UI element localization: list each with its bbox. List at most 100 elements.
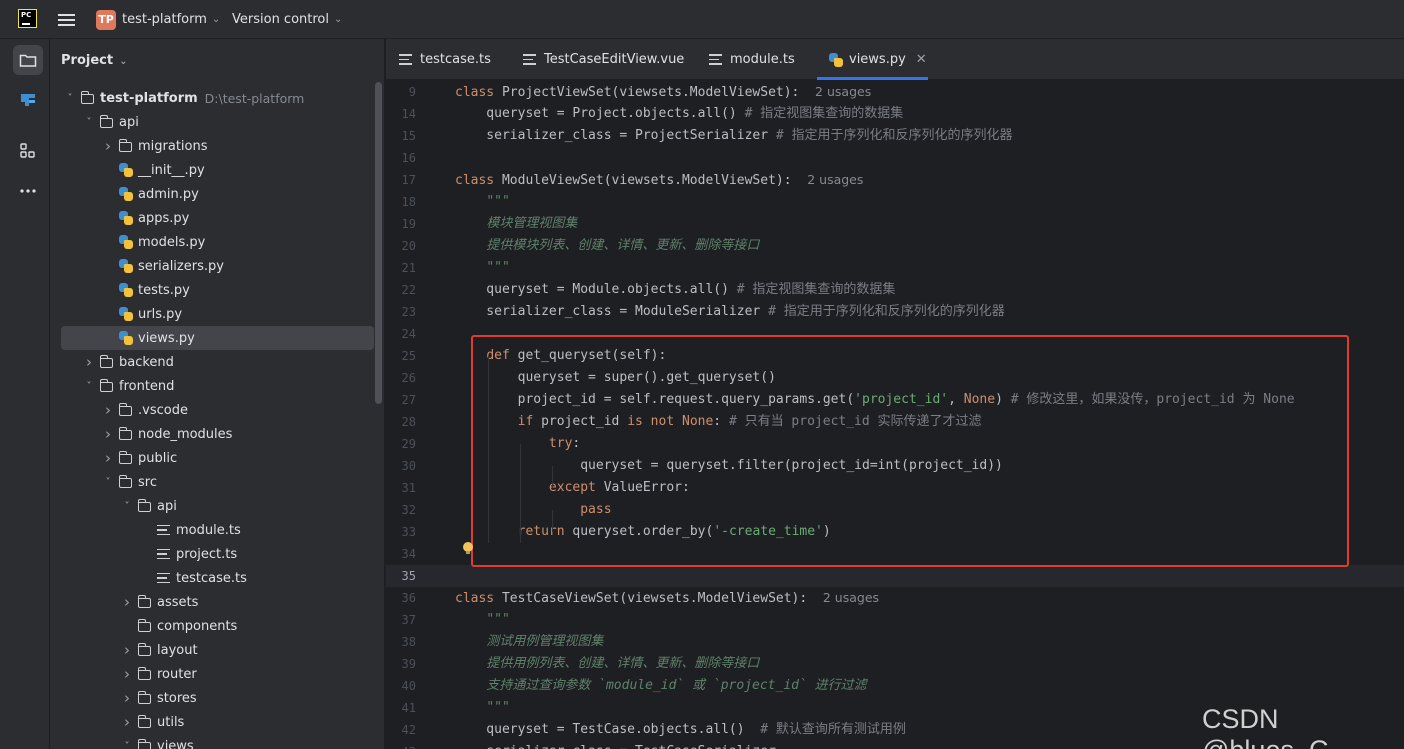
code-text: """ (486, 700, 510, 715)
tree-item[interactable]: testcase.ts (50, 566, 385, 590)
tree-item[interactable]: › public (50, 446, 385, 470)
chevron-right-icon[interactable]: › (101, 137, 115, 155)
tab-testcaseeditview-vue[interactable]: TestCaseEditView.vue (523, 39, 684, 80)
version-control-menu[interactable]: Version control ⌄ (232, 0, 342, 39)
tree-item[interactable]: ˅ api (50, 494, 385, 518)
code-text: """ (486, 260, 510, 275)
project-tree-scrollbar[interactable] (375, 82, 382, 404)
tab-views-py[interactable]: views.py ✕ (817, 39, 928, 80)
chevron-right-icon[interactable]: › (120, 665, 134, 683)
tree-item[interactable]: ˅ src (50, 470, 385, 494)
ts-file-icon (157, 547, 170, 561)
tree-item[interactable]: › .vscode (50, 398, 385, 422)
code-line[interactable]: 35 (386, 565, 1404, 587)
tree-item[interactable]: module.ts (50, 518, 385, 542)
tree-item[interactable]: admin.py (50, 182, 385, 206)
tree-item[interactable]: serializers.py (50, 254, 385, 278)
structure-tool-button[interactable] (13, 85, 43, 115)
code-line[interactable]: 14 queryset = Project.objects.all() # 指定… (386, 103, 1404, 125)
more-tools-button[interactable] (13, 176, 43, 206)
tree-item[interactable]: project.ts (50, 542, 385, 566)
code-line[interactable]: 19 模块管理视图集 (386, 213, 1404, 235)
tree-item[interactable]: › migrations (50, 134, 385, 158)
chevron-right-icon[interactable]: › (120, 593, 134, 611)
code-line[interactable]: 20 提供模块列表、创建、详情、更新、删除等接口 (386, 235, 1404, 257)
tree-item-label: models.py (138, 234, 206, 250)
line-number: 37 (401, 613, 416, 627)
project-tool-button[interactable] (13, 45, 43, 75)
tree-item[interactable]: apps.py (50, 206, 385, 230)
code-text: queryset = Module.objects.all() # 指定视图集查… (455, 282, 896, 297)
chevron-down-icon[interactable]: ˅ (120, 741, 134, 749)
project-badge: TP (96, 9, 116, 30)
chevron-right-icon[interactable]: › (120, 713, 134, 731)
tree-item[interactable]: › stores (50, 686, 385, 710)
tree-item-label: backend (119, 354, 174, 370)
tree-item-label: urls.py (138, 306, 183, 322)
python-file-icon (829, 52, 843, 67)
main-menu-button[interactable] (58, 0, 76, 39)
chevron-right-icon[interactable]: › (101, 449, 115, 467)
tree-item[interactable]: components (50, 614, 385, 638)
tree-item-label: module.ts (176, 522, 241, 538)
folder-icon (118, 403, 132, 416)
folder-icon (137, 715, 151, 728)
tree-item-label: assets (157, 594, 199, 610)
tree-item-label: test-platform (100, 90, 198, 106)
tree-item[interactable]: ˅ frontend (50, 374, 385, 398)
tree-item[interactable]: ˅ test-platform D:\test-platform (50, 86, 385, 110)
line-number: 32 (401, 503, 416, 517)
code-line[interactable]: 22 queryset = Module.objects.all() # 指定视… (386, 279, 1404, 301)
tree-item-label: views.py (138, 330, 195, 346)
tree-item-label: node_modules (138, 426, 233, 442)
chevron-right-icon[interactable]: › (120, 641, 134, 659)
code-line[interactable]: 36 class TestCaseViewSet(viewsets.ModelVi… (386, 587, 1404, 609)
chevron-down-icon[interactable]: ˅ (63, 93, 77, 104)
tree-item[interactable]: models.py (50, 230, 385, 254)
tree-item[interactable]: ˅ views (50, 734, 385, 749)
code-line[interactable]: 17 class ModuleViewSet(viewsets.ModelView… (386, 169, 1404, 191)
code-line[interactable]: 37 """ (386, 609, 1404, 631)
chevron-right-icon[interactable]: › (120, 689, 134, 707)
code-line[interactable]: 16 (386, 147, 1404, 169)
tab-testcase-ts[interactable]: testcase.ts (399, 39, 491, 80)
chevron-down-icon[interactable]: ˅ (101, 477, 115, 488)
tree-item[interactable]: › utils (50, 710, 385, 734)
tree-item[interactable]: › assets (50, 590, 385, 614)
code-line[interactable]: 9 class ProjectViewSet(viewsets.ModelView… (386, 81, 1404, 103)
tree-item[interactable]: urls.py (50, 302, 385, 326)
project-panel-title: Project (61, 53, 114, 68)
tree-item[interactable]: › router (50, 662, 385, 686)
tree-item[interactable]: __init__.py (50, 158, 385, 182)
line-number: 20 (401, 239, 416, 253)
project-panel-header[interactable]: Project ⌄ (61, 53, 127, 68)
tree-item[interactable]: views.py (61, 326, 374, 350)
chevron-right-icon[interactable]: › (101, 425, 115, 443)
tree-item[interactable]: tests.py (50, 278, 385, 302)
code-editor[interactable]: 43 serializer_class = TestCaseSerializer… (386, 80, 1404, 749)
lightbulb-icon[interactable] (463, 542, 473, 555)
tab-module-ts[interactable]: module.ts (709, 39, 795, 80)
tree-item[interactable]: › node_modules (50, 422, 385, 446)
code-line[interactable]: 40 支持通过查询参数 `module_id` 或 `project_id` 进… (386, 675, 1404, 697)
chevron-down-icon[interactable]: ˅ (82, 381, 96, 392)
project-switcher[interactable]: TP test-platform ⌄ (96, 0, 220, 39)
folder-icon (118, 139, 132, 152)
chevron-right-icon[interactable]: › (101, 401, 115, 419)
pycharm-logo-icon: PC (18, 9, 37, 28)
editor-tab-bar: testcase.ts TestCaseEditView.vue module.… (386, 39, 1404, 80)
packages-tool-button[interactable] (13, 136, 43, 166)
code-line[interactable]: 15 serializer_class = ProjectSerializer … (386, 125, 1404, 147)
tree-item[interactable]: › backend (50, 350, 385, 374)
code-line[interactable]: 39 提供用例列表、创建、详情、更新、删除等接口 (386, 653, 1404, 675)
tree-item[interactable]: ˅ api (50, 110, 385, 134)
close-icon[interactable]: ✕ (916, 52, 927, 67)
code-line[interactable]: 23 serializer_class = ModuleSerializer #… (386, 301, 1404, 323)
tree-item[interactable]: › layout (50, 638, 385, 662)
chevron-down-icon[interactable]: ˅ (82, 117, 96, 128)
code-line[interactable]: 38 测试用例管理视图集 (386, 631, 1404, 653)
chevron-right-icon[interactable]: › (82, 353, 96, 371)
code-line[interactable]: 21 """ (386, 257, 1404, 279)
chevron-down-icon[interactable]: ˅ (120, 501, 134, 512)
code-line[interactable]: 18 """ (386, 191, 1404, 213)
